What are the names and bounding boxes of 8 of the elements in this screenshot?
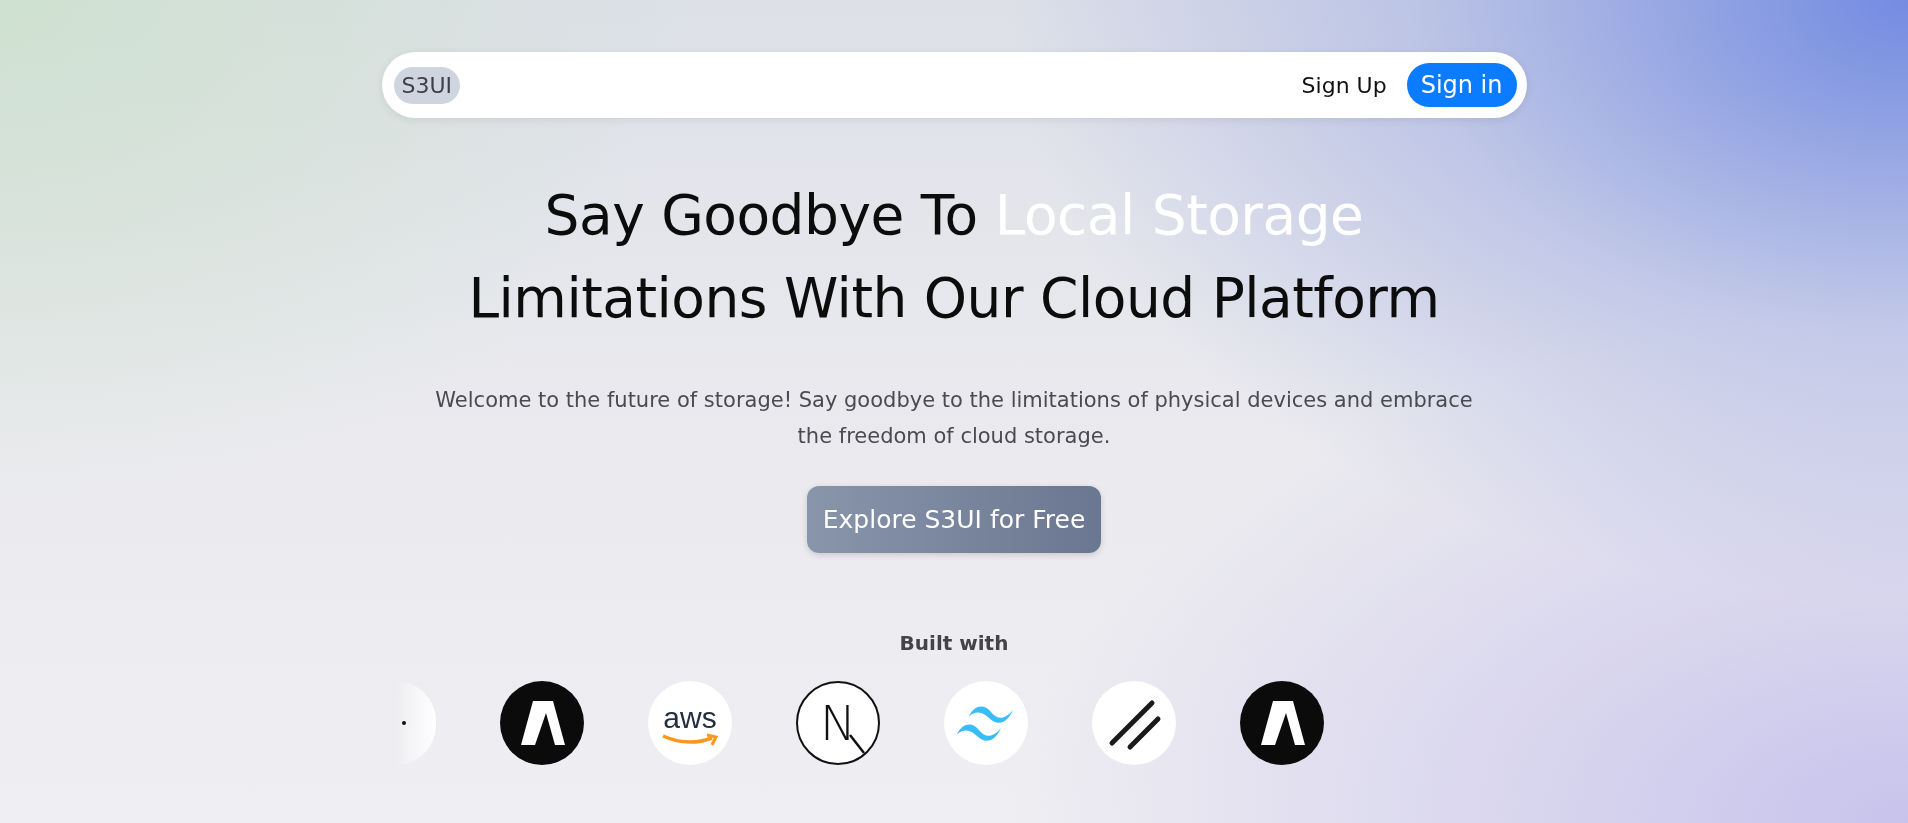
explore-button[interactable]: Explore S3UI for Free — [806, 486, 1102, 553]
built-with-title: Built with — [899, 631, 1009, 655]
sign-up-link[interactable]: Sign Up — [1301, 72, 1387, 98]
next-logo: N — [796, 681, 880, 765]
aws-logo: aws — [648, 681, 732, 765]
sign-in-button[interactable]: Sign in — [1406, 63, 1517, 107]
hero-description: Welcome to the future of storage! Say goodbye to the limitations of physical devices and embrace the freedom of cloud storage. — [434, 387, 1474, 450]
logo[interactable]: S3UI — [393, 66, 461, 104]
